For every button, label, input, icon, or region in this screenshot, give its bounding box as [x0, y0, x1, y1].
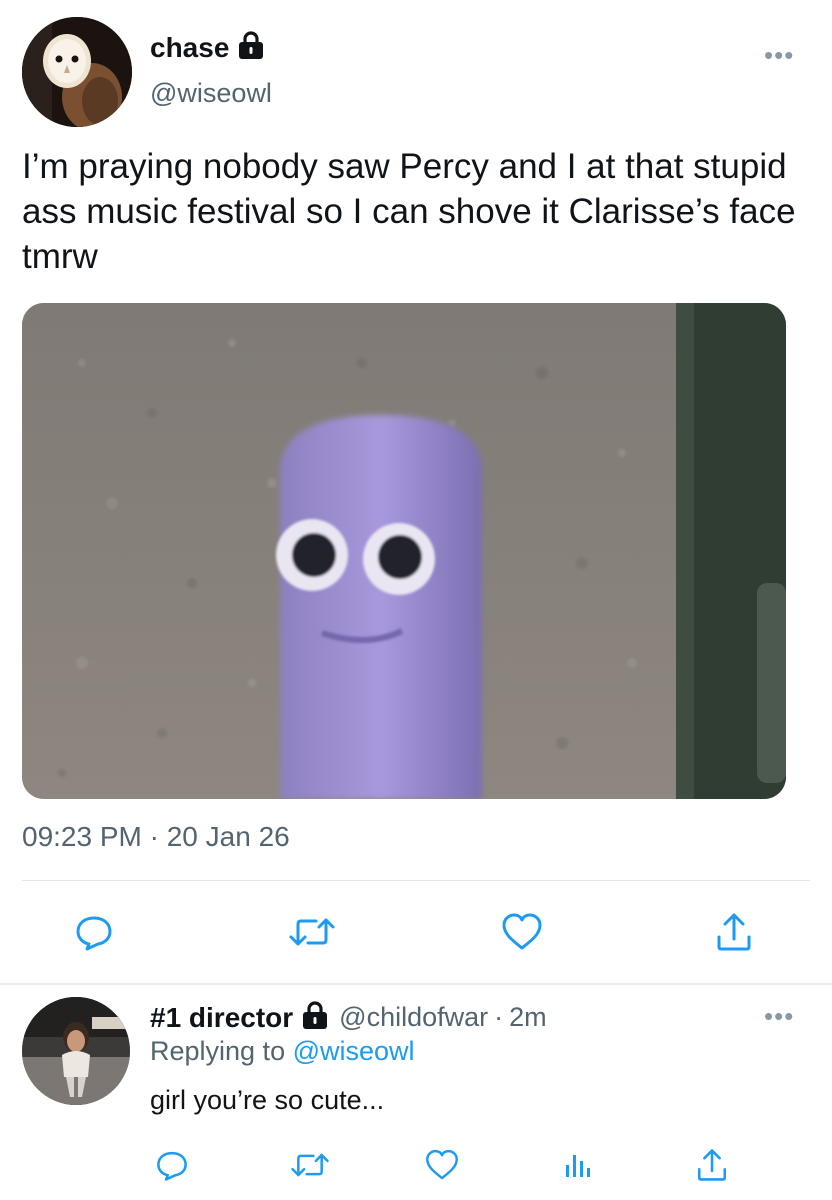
author-handle[interactable]: @wiseowl — [150, 78, 272, 109]
tweet-image[interactable] — [22, 303, 786, 799]
more-options-icon[interactable]: ••• — [764, 40, 794, 71]
share-button[interactable] — [686, 1139, 738, 1191]
more-options-icon[interactable]: ••• — [764, 1001, 794, 1032]
reply-button[interactable] — [146, 1139, 198, 1191]
reply-handle[interactable]: @childofwar — [339, 1002, 488, 1033]
retweet-button[interactable] — [284, 1139, 336, 1191]
share-button[interactable] — [708, 906, 760, 958]
lock-icon — [301, 1000, 329, 1035]
replying-to: Replying to @wiseowl — [150, 1036, 415, 1067]
analytics-button[interactable] — [552, 1139, 604, 1191]
divider — [22, 880, 810, 881]
like-button[interactable] — [416, 1139, 468, 1191]
like-icon — [426, 1149, 458, 1180]
tweet-text: I’m praying nobody saw Percy and I at th… — [22, 147, 796, 276]
retweet-icon — [291, 1153, 329, 1177]
reply-display-name[interactable]: #1 director — [150, 1002, 293, 1034]
author-row: chase — [150, 30, 265, 65]
tweet-actions — [0, 906, 832, 962]
separator: · — [494, 1002, 504, 1032]
avatar[interactable] — [22, 17, 132, 127]
replying-prefix: Replying to — [150, 1036, 286, 1066]
like-icon — [502, 913, 542, 950]
reply-text: girl you’re so cute... — [150, 1085, 385, 1115]
reply-button[interactable] — [68, 906, 120, 958]
reply-author-row: #1 director @childofwar · 2m — [150, 1000, 547, 1035]
analytics-icon — [566, 1155, 590, 1177]
retweet-icon — [289, 918, 335, 946]
main-tweet: chase @wiseowl ••• I’m praying nobody sa… — [0, 0, 832, 985]
display-name[interactable]: chase — [150, 32, 229, 64]
lock-icon — [237, 30, 265, 65]
like-button[interactable] — [496, 906, 548, 958]
reply-time[interactable]: 2m — [509, 1002, 547, 1033]
reply-icon — [157, 1151, 187, 1181]
reply-tweet: #1 director @childofwar · 2m ••• Replyin… — [0, 985, 832, 1200]
reply-actions — [0, 1139, 832, 1191]
share-icon — [697, 1149, 727, 1181]
share-icon — [717, 913, 751, 951]
reply-icon — [76, 916, 112, 951]
retweet-button[interactable] — [286, 906, 338, 958]
reply-avatar[interactable] — [22, 997, 130, 1105]
tweet-timestamp[interactable]: 09:23 PM · 20 Jan 26 — [22, 821, 290, 853]
replying-mention[interactable]: @wiseowl — [293, 1036, 415, 1066]
